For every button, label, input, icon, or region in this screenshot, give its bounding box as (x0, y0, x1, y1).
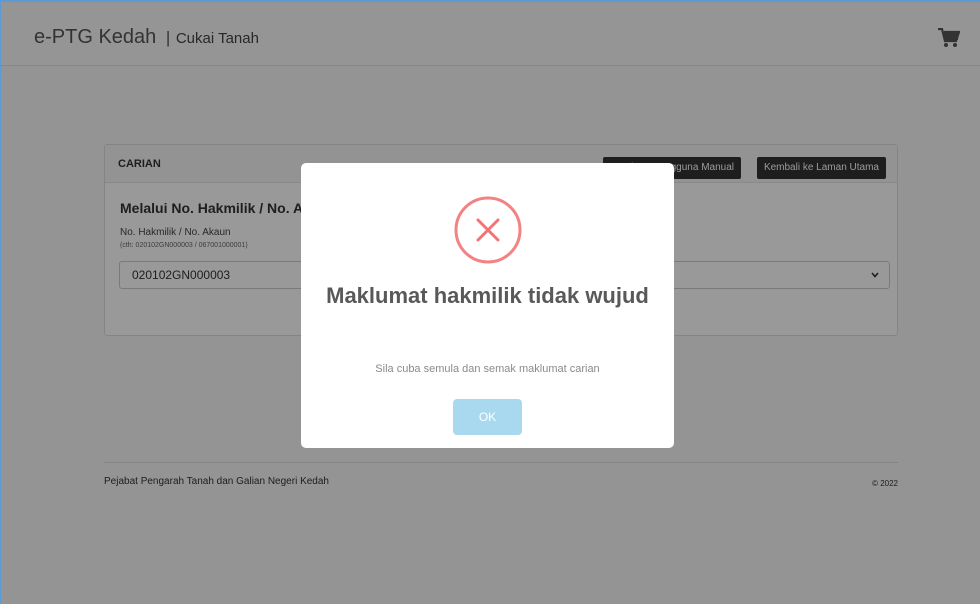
modal-text: Sila cuba semula dan semak maklumat cari… (375, 363, 600, 375)
error-modal: Maklumat hakmilik tidak wujud Sila cuba … (301, 163, 674, 448)
ok-button[interactable]: OK (453, 399, 522, 435)
error-x-icon (454, 196, 522, 264)
modal-title: Maklumat hakmilik tidak wujud (326, 283, 649, 308)
